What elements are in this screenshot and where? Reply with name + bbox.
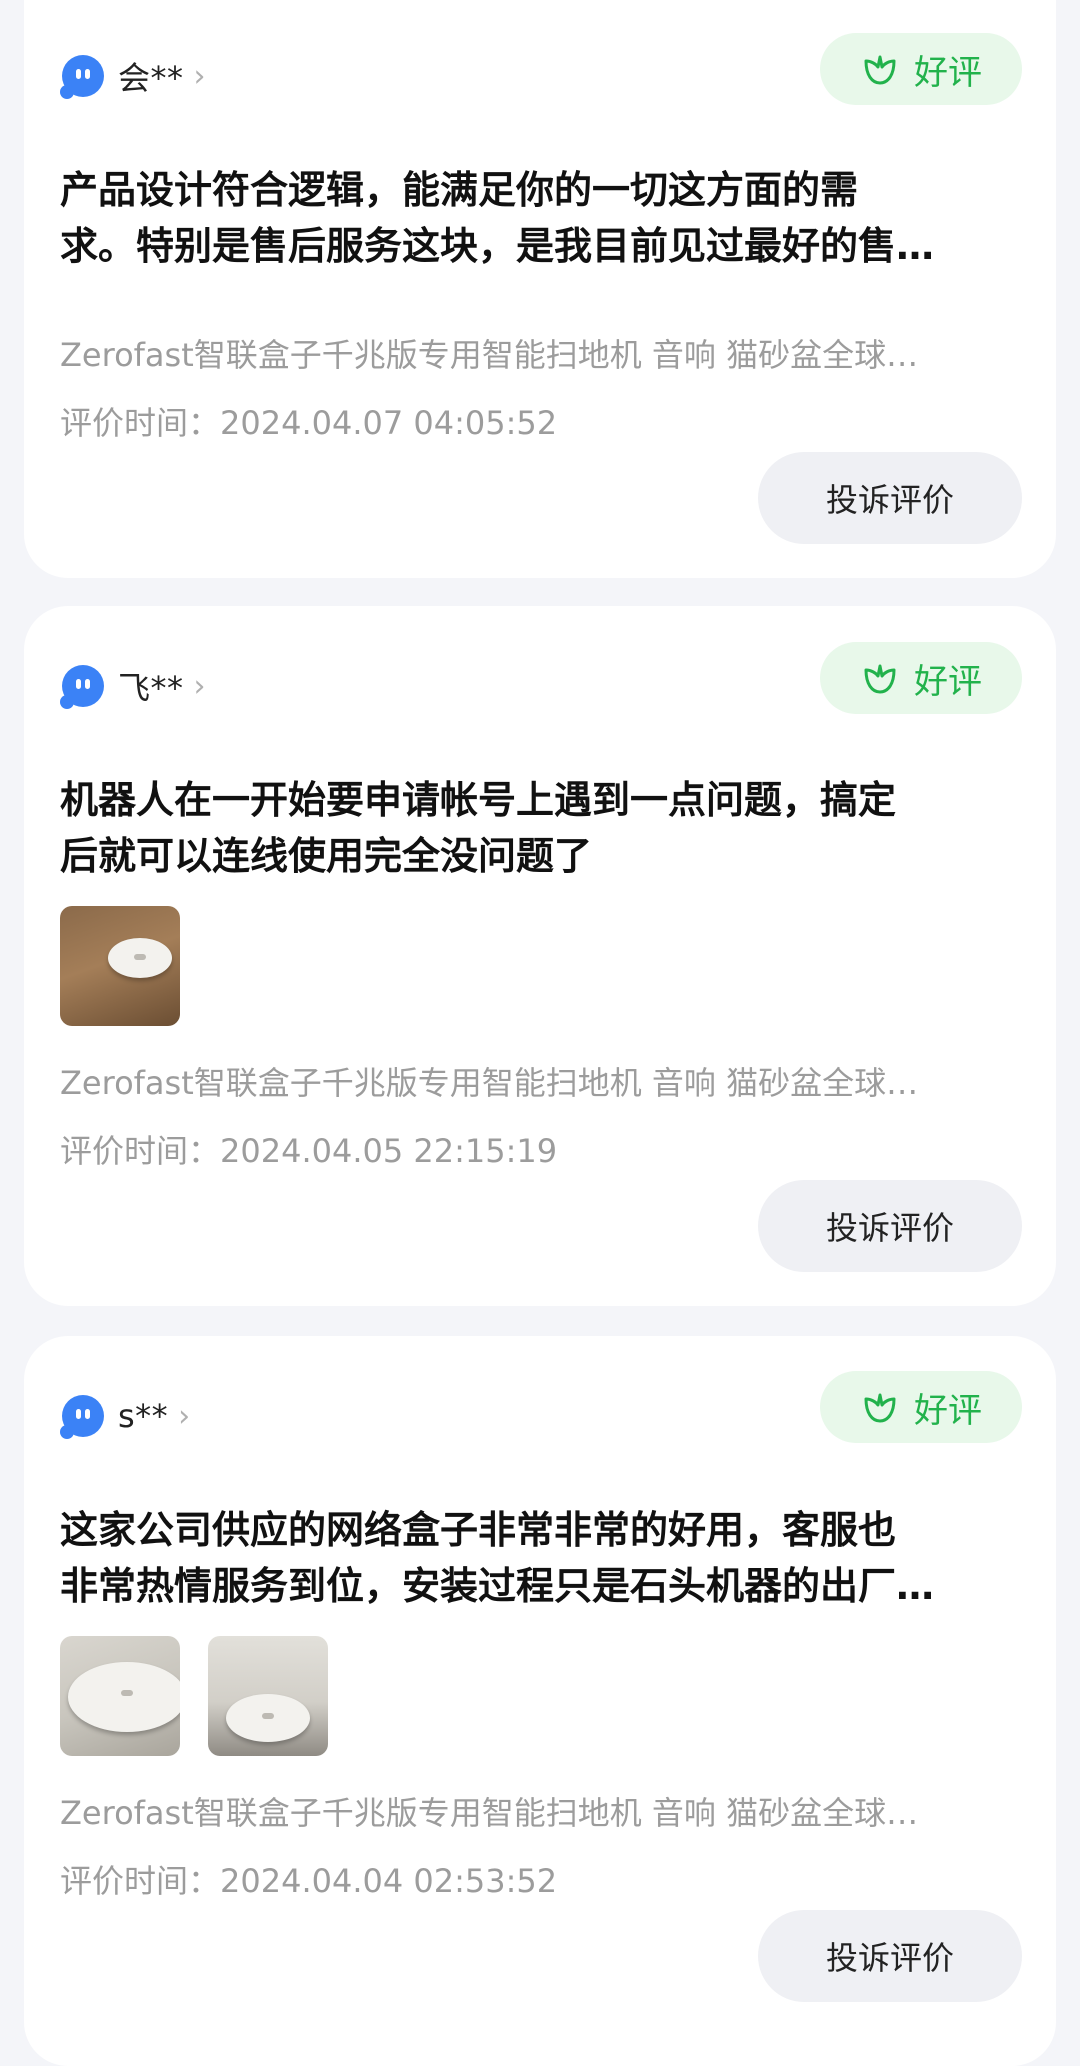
- user-avatar-icon: [60, 1395, 104, 1439]
- positive-rating-badge: 好评: [820, 642, 1022, 714]
- review-text[interactable]: 这家公司供应的网络盒子非常非常的好用，客服也 非常热情服务到位，安装过程只是石头…: [60, 1502, 1044, 1614]
- complain-review-button[interactable]: 投诉评价: [758, 1180, 1022, 1272]
- review-text-line: 产品设计符合逻辑，能满足你的一切这方面的需: [60, 168, 859, 212]
- reviewer-name: 飞**: [118, 669, 184, 707]
- reviewer[interactable]: s** ›: [60, 1393, 191, 1439]
- reviewer-name: 会**: [118, 59, 184, 97]
- complain-review-button[interactable]: 投诉评价: [758, 1910, 1022, 2002]
- badge-label: 好评: [914, 1390, 982, 1431]
- review-time: 评价时间：2024.04.04 02:53:52: [60, 1862, 558, 1900]
- badge-label: 好评: [914, 661, 982, 702]
- review-text-line: 求。特别是售后服务这块，是我目前见过最好的售…: [60, 224, 935, 268]
- review-text[interactable]: 产品设计符合逻辑，能满足你的一切这方面的需 求。特别是售后服务这块，是我目前见过…: [60, 162, 1044, 274]
- product-name[interactable]: Zerofast智联盒子千兆版专用智能扫地机 音响 猫砂盆全球…: [60, 1788, 1020, 1834]
- product-name[interactable]: Zerofast智联盒子千兆版专用智能扫地机 音响 猫砂盆全球…: [60, 1058, 1020, 1104]
- flower-icon: [864, 55, 896, 85]
- review-time: 评价时间：2024.04.05 22:15:19: [60, 1132, 558, 1170]
- flower-icon: [864, 1393, 896, 1423]
- flower-icon: [864, 664, 896, 694]
- review-card: 飞** › 好评 机器人在一开始要申请帐号上遇到一点问题，搞定 后就可以连线使用…: [24, 606, 1056, 1306]
- reviewer[interactable]: 飞** ›: [60, 663, 206, 709]
- review-time: 评价时间：2024.04.07 04:05:52: [60, 404, 558, 442]
- product-name[interactable]: Zerofast智联盒子千兆版专用智能扫地机 音响 猫砂盆全球…: [60, 330, 1020, 376]
- reviewer-name: s**: [118, 1397, 169, 1435]
- review-text-line: 后就可以连线使用完全没问题了: [60, 834, 593, 878]
- positive-rating-badge: 好评: [820, 33, 1022, 105]
- review-photo[interactable]: [208, 1636, 328, 1756]
- complain-review-button[interactable]: 投诉评价: [758, 452, 1022, 544]
- badge-label: 好评: [914, 52, 982, 93]
- review-photo[interactable]: [60, 1636, 180, 1756]
- chevron-right-icon: ›: [178, 1398, 191, 1434]
- review-text-line: 这家公司供应的网络盒子非常非常的好用，客服也: [60, 1508, 897, 1552]
- review-text-line: 机器人在一开始要申请帐号上遇到一点问题，搞定: [60, 778, 897, 822]
- positive-rating-badge: 好评: [820, 1371, 1022, 1443]
- review-card: s** › 好评 这家公司供应的网络盒子非常非常的好用，客服也 非常热情服务到位…: [24, 1336, 1056, 2066]
- review-photo[interactable]: [60, 906, 180, 1026]
- review-text-line: 非常热情服务到位，安装过程只是石头机器的出厂…: [60, 1564, 935, 1608]
- reviewer[interactable]: 会** ›: [60, 53, 206, 99]
- review-text[interactable]: 机器人在一开始要申请帐号上遇到一点问题，搞定 后就可以连线使用完全没问题了: [60, 772, 1044, 884]
- user-avatar-icon: [60, 665, 104, 709]
- chevron-right-icon: ›: [193, 668, 206, 704]
- review-card: 会** › 好评 产品设计符合逻辑，能满足你的一切这方面的需 求。特别是售后服务…: [24, 0, 1056, 578]
- chevron-right-icon: ›: [193, 58, 206, 94]
- user-avatar-icon: [60, 55, 104, 99]
